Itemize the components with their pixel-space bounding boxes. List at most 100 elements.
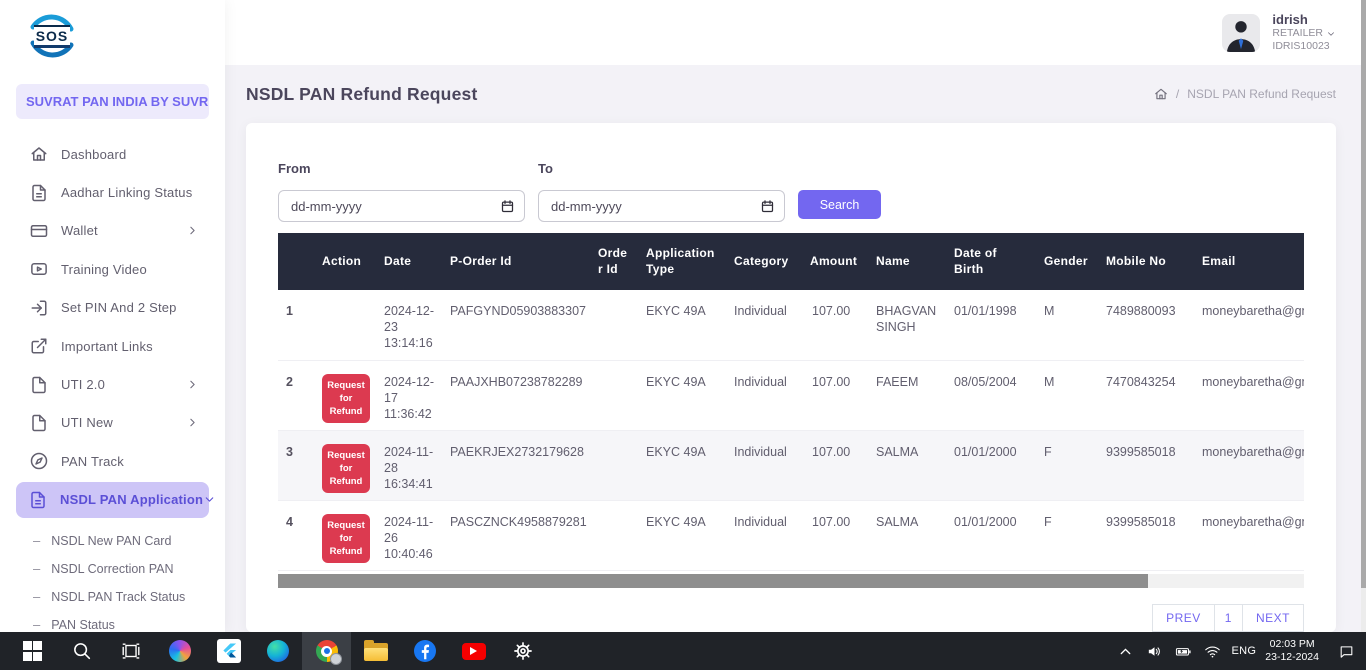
sidebar-item-pan-track[interactable]: PAN Track (0, 442, 225, 480)
youtube-icon[interactable] (449, 632, 498, 670)
from-date-field[interactable] (289, 198, 500, 215)
page-title: NSDL PAN Refund Request (246, 81, 477, 107)
chrome-icon[interactable] (302, 632, 351, 670)
next-page-button[interactable]: NEXT (1242, 604, 1304, 632)
cell-date: 2024-11-28 16:34:41 (376, 430, 442, 500)
column-header-order_id: Order Id (592, 233, 638, 290)
user-name: idrish (1272, 12, 1336, 27)
sidebar-item-uti-2-0[interactable]: UTI 2.0 (0, 365, 225, 403)
cell-dob: 01/01/2000 (946, 430, 1036, 500)
org-name-pill[interactable]: SUVRAT PAN INDIA BY SUVR (16, 84, 209, 119)
cell-action: Request for Refund (314, 430, 376, 500)
cell-amount: 107.00 (804, 360, 868, 430)
compass-icon (30, 452, 48, 470)
speaker-icon[interactable] (1145, 641, 1165, 661)
search-icon[interactable] (57, 632, 106, 670)
flutter-icon[interactable] (204, 632, 253, 670)
refund-table-wrap: ActionDateP-Order IdOrder IdApplication … (278, 233, 1304, 571)
sidebar-subitem-nsdl-new-pan-card[interactable]: NSDL New PAN Card (0, 527, 225, 555)
cell-date: 2024-11-26 10:40:46 (376, 500, 442, 570)
column-header-category: Category (726, 233, 804, 290)
request-refund-button[interactable]: Request for Refund (322, 514, 370, 564)
cell-action: Request for Refund (314, 500, 376, 570)
request-refund-button[interactable]: Request for Refund (322, 374, 370, 424)
language-indicator[interactable]: ENG (1232, 645, 1257, 657)
column-header-p_order_id: P-Order Id (442, 233, 592, 290)
refund-table: ActionDateP-Order IdOrder IdApplication … (278, 233, 1304, 571)
sidebar-item-nsdl-pan-application[interactable]: NSDL PAN Application (16, 482, 209, 518)
sidebar-item-aadhar-linking-status[interactable]: Aadhar Linking Status (0, 173, 225, 211)
video-icon (30, 260, 48, 278)
home-icon[interactable] (1154, 87, 1168, 101)
sidebar-item-training-video[interactable]: Training Video (0, 250, 225, 288)
wifi-icon[interactable] (1203, 641, 1223, 661)
horizontal-scrollbar[interactable] (278, 574, 1304, 588)
page-head: NSDL PAN Refund Request / NSDL PAN Refun… (225, 65, 1366, 107)
chevron-right-icon (186, 378, 199, 391)
task-view-icon[interactable] (106, 632, 155, 670)
settings-icon[interactable] (498, 632, 547, 670)
sidebar-nav: Dashboard Aadhar Linking Status Wallet T… (0, 135, 225, 518)
sidebar-item-important-links[interactable]: Important Links (0, 327, 225, 365)
sidebar-item-set-pin-and-2-step[interactable]: Set PIN And 2 Step (0, 289, 225, 327)
prev-page-button[interactable]: PREV (1152, 604, 1215, 632)
copilot-icon[interactable] (155, 632, 204, 670)
request-refund-button[interactable]: Request for Refund (322, 444, 370, 494)
calendar-icon[interactable] (500, 199, 515, 214)
cell-category: Individual (726, 500, 804, 570)
calendar-icon[interactable] (760, 199, 775, 214)
edge-icon[interactable] (253, 632, 302, 670)
from-date-input[interactable] (278, 190, 525, 222)
to-label: To (538, 161, 785, 177)
cell-email: moneybaretha@gm (1194, 500, 1304, 570)
table-row-1: 12024-12-23 13:14:16PAFGYND05903883307EK… (278, 290, 1304, 360)
cell-action: Request for Refund (314, 360, 376, 430)
file-text-icon (29, 491, 47, 509)
column-header-dob: Date of Birth (946, 233, 1036, 290)
tray-chevron-up-icon[interactable] (1116, 641, 1136, 661)
cell-application_type: EKYC 49A (638, 430, 726, 500)
page-scrollbar-thumb[interactable] (1361, 0, 1366, 588)
horizontal-scrollbar-thumb[interactable] (278, 574, 1148, 588)
clock[interactable]: 02:03 PM 23-12-2024 (1265, 638, 1319, 664)
sidebar-item-dashboard[interactable]: Dashboard (0, 135, 225, 173)
cell-category: Individual (726, 360, 804, 430)
app-logo[interactable]: SOS (26, 10, 78, 62)
cell-name: BHAGVAN SINGH (868, 290, 946, 360)
filters: From To Search (278, 161, 1304, 222)
sidebar-subitem-nsdl-pan-track-status[interactable]: NSDL PAN Track Status (0, 583, 225, 611)
cell-amount: 107.00 (804, 430, 868, 500)
start-icon[interactable] (8, 632, 57, 670)
facebook-icon[interactable] (400, 632, 449, 670)
org-name-label: SUVRAT PAN INDIA BY SUVR (26, 94, 208, 109)
page-scrollbar[interactable] (1361, 0, 1366, 632)
cell-category: Individual (726, 290, 804, 360)
sidebar-item-uti-new[interactable]: UTI New (0, 404, 225, 442)
to-date-input[interactable] (538, 190, 785, 222)
file-icon (30, 376, 48, 394)
cell-order_id (592, 430, 638, 500)
breadcrumb: / NSDL PAN Refund Request (1154, 87, 1336, 101)
avatar (1222, 14, 1260, 52)
column-header-gender: Gender (1036, 233, 1098, 290)
to-date-field[interactable] (549, 198, 760, 215)
cell-category: Individual (726, 430, 804, 500)
table-row-4: 4Request for Refund2024-11-26 10:40:46PA… (278, 500, 1304, 570)
battery-icon[interactable] (1174, 641, 1194, 661)
file-explorer-icon[interactable] (351, 632, 400, 670)
sidebar-subitem-pan-status[interactable]: PAN Status (0, 611, 225, 632)
notifications-icon[interactable] (1336, 641, 1356, 661)
sidebar-item-wallet[interactable]: Wallet (0, 212, 225, 250)
chevron-down-icon (203, 493, 216, 506)
sidebar-subitem-nsdl-correction-pan[interactable]: NSDL Correction PAN (0, 555, 225, 583)
column-header-date: Date (376, 233, 442, 290)
cell-mobile: 9399585018 (1098, 430, 1194, 500)
user-menu[interactable]: idrish RETAILER IDRIS10023 (1222, 12, 1336, 53)
cell-email: moneybaretha@gm (1194, 290, 1304, 360)
cell-name: SALMA (868, 430, 946, 500)
cell-mobile: 9399585018 (1098, 500, 1194, 570)
page-number-button[interactable]: 1 (1214, 604, 1243, 632)
external-link-icon (30, 337, 48, 355)
search-button[interactable]: Search (798, 190, 881, 219)
home-icon (30, 145, 48, 163)
